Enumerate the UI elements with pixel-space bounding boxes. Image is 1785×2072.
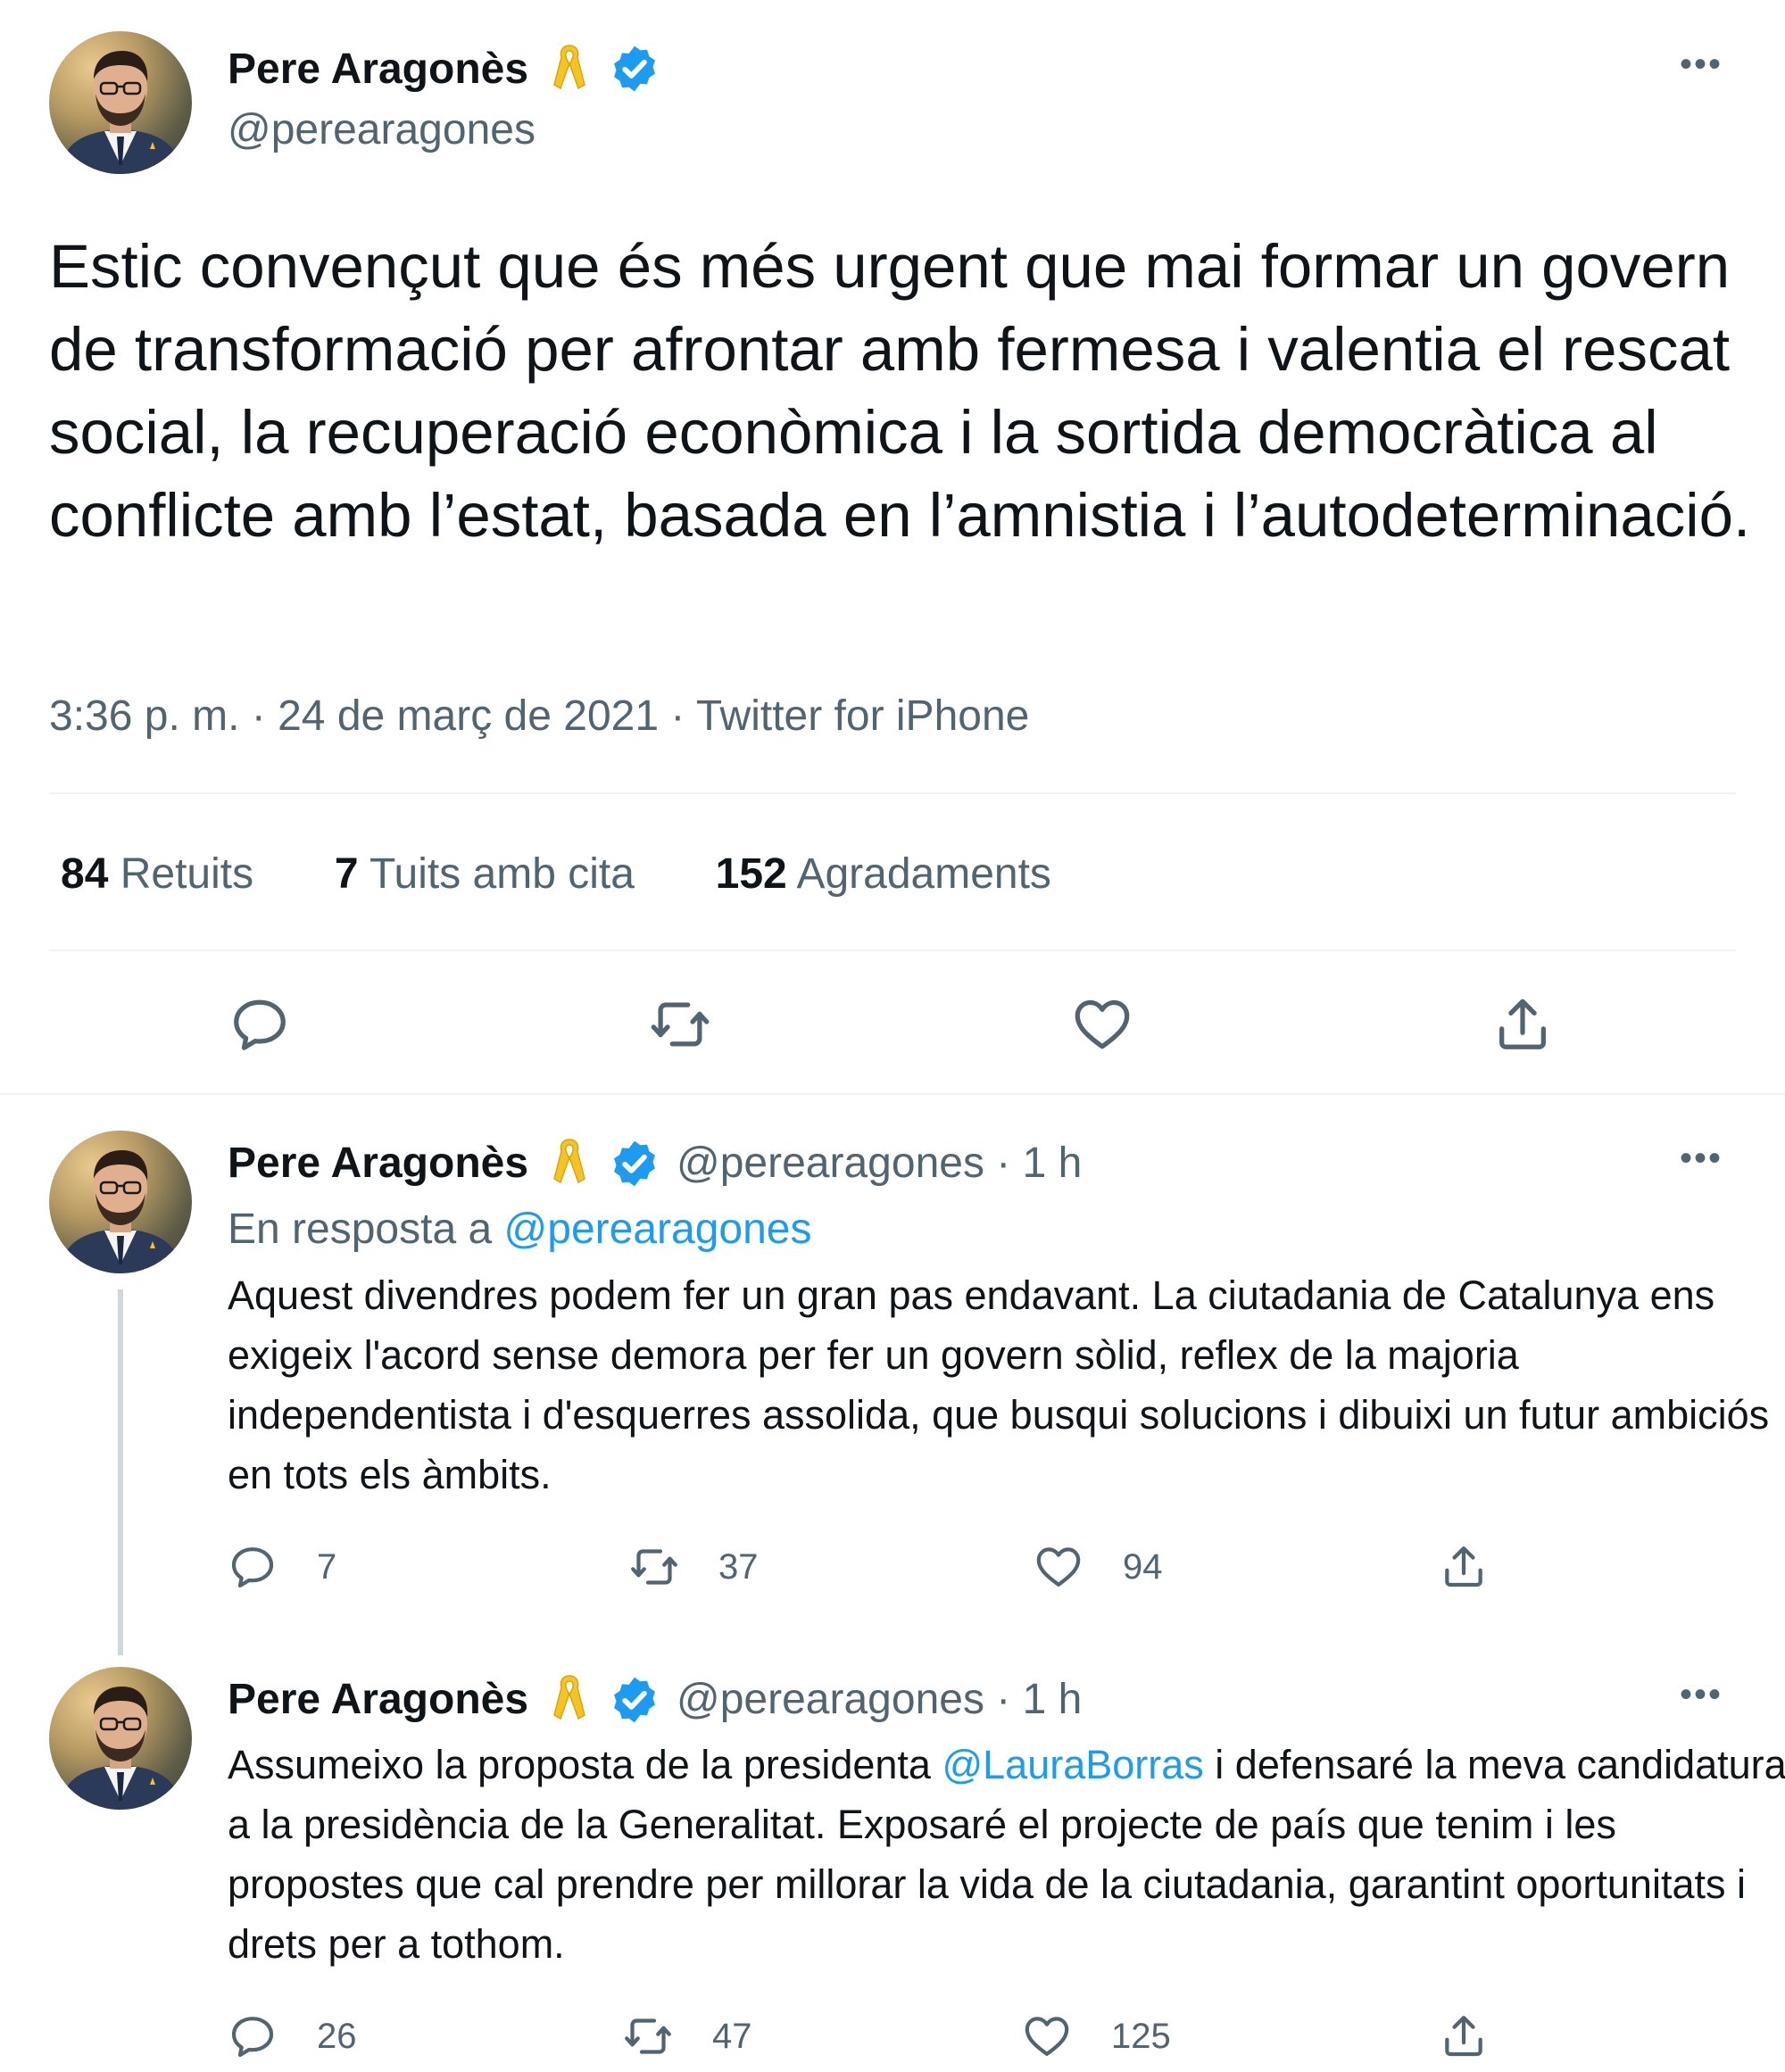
retweets-stat[interactable]: 84 Retuits [61,850,253,898]
retweets-count: 84 [61,850,109,898]
like-count: 125 [1111,2017,1171,2056]
thread-line [118,1289,123,1655]
divider [49,792,1736,794]
retweets-label: Retuits [120,850,254,898]
avatar-photo [49,1131,192,1273]
like-icon[interactable] [1034,1542,1083,1592]
tweet-stats: 84 Retuits 7 Tuits amb cita 152 Agradame… [61,850,1051,899]
like-count: 94 [1123,1547,1163,1587]
retweet-count: 47 [712,2017,752,2056]
likes-count: 152 [715,850,787,898]
retweet-count: 37 [718,1547,759,1587]
retweet-icon[interactable] [629,1542,679,1592]
tweet-meta[interactable]: 3:36 p. m. · 24 de març de 2021 · Twitte… [49,692,1029,741]
tweet-text-before: Assumeixo la proposta de la presidenta [228,1742,942,1787]
reply-icon[interactable] [228,2011,278,2061]
likes-label: Agradaments [796,850,1051,898]
author-name[interactable]: Pere Aragonès [228,1139,528,1188]
mention-link[interactable]: @LauraBorras [942,1742,1203,1787]
avatar[interactable] [49,1667,192,1810]
retweet-icon[interactable] [623,2011,673,2061]
author-handle-time[interactable]: @perearagones · 1 h [677,1675,1082,1724]
divider [0,1093,1785,1095]
tweet-text: Aquest divendres podem fer un gran pas e… [228,1272,1770,1497]
divider [49,949,1736,951]
yellow-ribbon-icon [552,41,587,93]
more-options-icon[interactable]: ••• [1680,45,1723,85]
tweet-text: Estic convençut que és més urgent que ma… [49,232,1751,550]
tweet-text: Assumeixo la proposta de la presidenta @… [228,1735,1785,1974]
quotes-label: Tuits amb cita [369,850,635,898]
in-reply-to: En resposta a @perearagones [228,1205,811,1254]
likes-stat[interactable]: 152 Agradaments [716,850,1051,898]
verified-badge-icon [609,43,660,95]
reply-count: 7 [317,1547,337,1587]
author-name[interactable]: Pere Aragonès [228,45,528,94]
avatar[interactable] [49,1131,192,1273]
author-name[interactable]: Pere Aragonès [228,1675,528,1724]
like-icon[interactable] [1022,2011,1072,2061]
share-icon[interactable] [1491,992,1554,1055]
verified-badge-icon [609,1138,660,1189]
verified-badge-icon [609,1674,660,1726]
reply-icon[interactable] [228,1542,278,1592]
author-handle[interactable]: @perearagones [228,105,536,154]
like-icon[interactable] [1071,993,1133,1056]
more-options-icon[interactable]: ••• [1680,1675,1723,1715]
avatar-photo [49,1667,192,1810]
in-reply-handle-link[interactable]: @perearagones [504,1206,812,1253]
avatar[interactable] [49,31,192,174]
quotes-count: 7 [334,850,359,898]
yellow-ribbon-icon [552,1671,587,1723]
quotes-stat[interactable]: 7 Tuits amb cita [335,850,635,898]
author-handle-time[interactable]: @perearagones · 1 h [677,1139,1082,1188]
more-options-icon[interactable]: ••• [1680,1139,1723,1179]
in-reply-prefix: En resposta a [228,1206,504,1253]
avatar-photo [49,31,192,174]
retweet-icon[interactable] [649,993,711,1056]
yellow-ribbon-icon [552,1135,587,1187]
reply-icon[interactable] [228,993,291,1056]
reply-count: 26 [317,2017,357,2056]
share-icon[interactable] [1439,1541,1489,1591]
share-icon[interactable] [1439,2010,1489,2060]
